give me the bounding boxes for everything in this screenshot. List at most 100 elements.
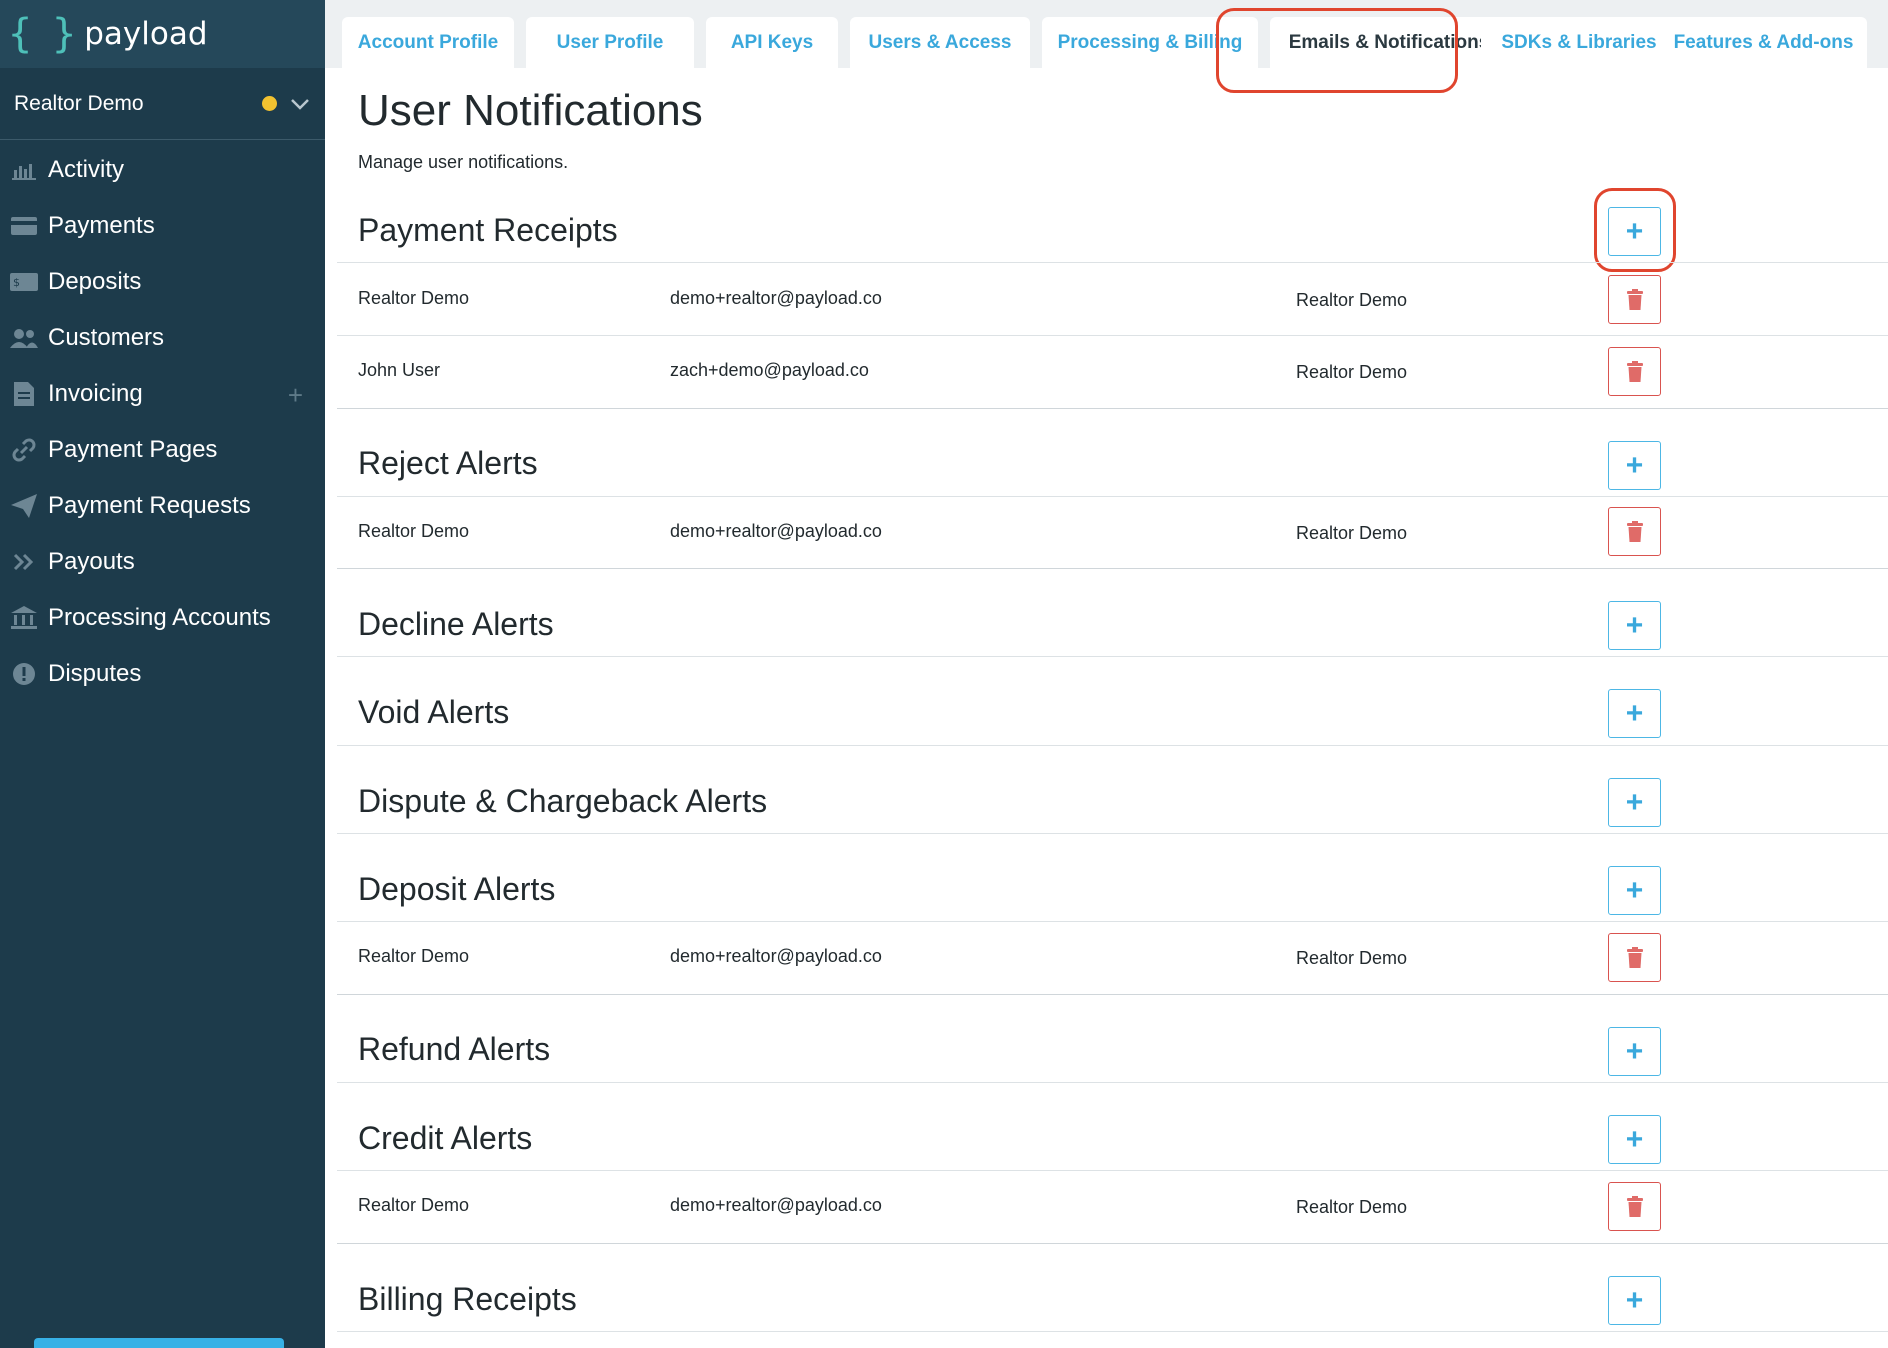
- link-icon: [10, 436, 38, 464]
- sidebar-item-label: Payments: [48, 212, 155, 239]
- add-decline-alerts-button[interactable]: +: [1608, 601, 1661, 650]
- credit-card-icon: [10, 212, 38, 240]
- add-refund-alerts-button[interactable]: +: [1608, 1027, 1661, 1076]
- sidebar-item-label: Invoicing: [48, 380, 143, 407]
- row-account: Realtor Demo: [1296, 1197, 1408, 1217]
- section-title-credit-alerts: Credit Alerts: [358, 1120, 533, 1156]
- trash-icon: [1626, 946, 1643, 968]
- chevron-down-icon[interactable]: [289, 93, 311, 115]
- delete-button[interactable]: [1608, 347, 1661, 396]
- tab-account-profile[interactable]: Account Profile: [342, 17, 514, 68]
- row-account: Realtor Demo: [1296, 362, 1408, 382]
- bar-chart-icon: [10, 156, 38, 184]
- divider: [337, 833, 1888, 834]
- row-email: demo+realtor@payload.co: [670, 288, 882, 308]
- svg-text:$: $: [13, 276, 20, 289]
- add-credit-alerts-button[interactable]: +: [1608, 1115, 1661, 1164]
- sidebar-item-label: Payment Pages: [48, 436, 218, 463]
- row-email: demo+realtor@payload.co: [670, 946, 882, 966]
- add-invoice-icon[interactable]: +: [288, 380, 303, 411]
- section-title-billing-receipts: Billing Receipts: [358, 1281, 577, 1317]
- sidebar-item-payment-requests[interactable]: Payment Requests: [0, 478, 325, 534]
- row-name: Realtor Demo: [358, 1195, 470, 1215]
- sidebar-item-label: Activity: [48, 156, 125, 183]
- section-title-decline-alerts: Decline Alerts: [358, 606, 554, 642]
- tab-processing-billing[interactable]: Processing & Billing: [1042, 17, 1258, 68]
- document-icon: [10, 380, 38, 408]
- alert-circle-icon: [10, 660, 38, 688]
- row-name: Realtor Demo: [358, 946, 470, 966]
- account-switcher[interactable]: Realtor Demo: [0, 68, 325, 140]
- sidebar: { } payload Realtor Demo Activity Paymen…: [0, 0, 325, 1348]
- cash-icon: $: [10, 268, 38, 296]
- row-email: demo+realtor@payload.co: [670, 1195, 882, 1215]
- divider: [337, 1082, 1888, 1083]
- logo-text: payload: [84, 16, 208, 52]
- tab-api-keys[interactable]: API Keys: [706, 17, 838, 68]
- sidebar-bottom-button[interactable]: [34, 1338, 284, 1348]
- logo[interactable]: { } payload: [0, 0, 325, 68]
- sidebar-item-invoicing[interactable]: Invoicing +: [0, 366, 325, 422]
- trash-icon: [1626, 288, 1643, 310]
- tab-features-addons[interactable]: Features & Add-ons: [1660, 17, 1867, 68]
- sidebar-nav: Activity Payments $ Deposits Customers I…: [0, 140, 325, 702]
- sidebar-item-disputes[interactable]: Disputes: [0, 646, 325, 702]
- logo-brace-icon: { }: [8, 11, 76, 57]
- page-title: User Notifications: [358, 86, 703, 135]
- sidebar-item-processing-accounts[interactable]: Processing Accounts: [0, 590, 325, 646]
- section-title-deposit-alerts: Deposit Alerts: [358, 871, 556, 907]
- divider: [337, 745, 1888, 746]
- page-subtitle: Manage user notifications.: [358, 152, 569, 172]
- sidebar-item-customers[interactable]: Customers: [0, 310, 325, 366]
- row-account: Realtor Demo: [1296, 523, 1408, 543]
- paper-plane-icon: [10, 492, 38, 520]
- status-dot-icon: [262, 96, 277, 111]
- delete-button[interactable]: [1608, 507, 1661, 556]
- row-account: Realtor Demo: [1296, 290, 1408, 310]
- divider: [337, 1331, 1888, 1332]
- section-title-refund-alerts: Refund Alerts: [358, 1031, 551, 1067]
- row-account: Realtor Demo: [1296, 948, 1408, 968]
- divider: [337, 1170, 1888, 1171]
- double-chevron-right-icon: [10, 548, 38, 576]
- tab-emails-notifications[interactable]: Emails & Notifications: [1270, 17, 1508, 68]
- trash-icon: [1626, 360, 1643, 382]
- section-title-payment-receipts: Payment Receipts: [358, 212, 618, 248]
- sidebar-item-label: Processing Accounts: [48, 604, 271, 631]
- trash-icon: [1626, 1195, 1643, 1217]
- delete-button[interactable]: [1608, 933, 1661, 982]
- add-billing-receipts-button[interactable]: +: [1608, 1276, 1661, 1325]
- delete-button[interactable]: [1608, 1182, 1661, 1231]
- sidebar-item-label: Payouts: [48, 548, 135, 575]
- add-deposit-alerts-button[interactable]: +: [1608, 866, 1661, 915]
- tab-users-access[interactable]: Users & Access: [850, 17, 1030, 68]
- divider: [337, 921, 1888, 922]
- sidebar-item-payment-pages[interactable]: Payment Pages: [0, 422, 325, 478]
- delete-button[interactable]: [1608, 275, 1661, 324]
- tab-sdks-libraries[interactable]: SDKs & Libraries: [1481, 17, 1677, 68]
- divider: [337, 1243, 1888, 1244]
- divider: [337, 656, 1888, 657]
- divider: [337, 408, 1888, 409]
- bank-icon: [10, 604, 38, 632]
- tab-user-profile[interactable]: User Profile: [526, 17, 694, 68]
- add-void-alerts-button[interactable]: +: [1608, 689, 1661, 738]
- account-name: Realtor Demo: [14, 91, 144, 115]
- add-reject-alerts-button[interactable]: +: [1608, 441, 1661, 490]
- add-payment-receipts-button[interactable]: +: [1608, 207, 1661, 256]
- users-icon: [10, 324, 38, 352]
- sidebar-item-activity[interactable]: Activity: [0, 142, 325, 198]
- divider: [337, 568, 1888, 569]
- row-email: demo+realtor@payload.co: [670, 521, 882, 541]
- section-title-void-alerts: Void Alerts: [358, 694, 510, 730]
- sidebar-item-payments[interactable]: Payments: [0, 198, 325, 254]
- divider: [337, 994, 1888, 995]
- add-dispute-chargeback-alerts-button[interactable]: +: [1608, 778, 1661, 827]
- sidebar-item-label: Deposits: [48, 268, 142, 295]
- sidebar-item-deposits[interactable]: $ Deposits: [0, 254, 325, 310]
- row-name: Realtor Demo: [358, 288, 470, 308]
- sidebar-item-payouts[interactable]: Payouts: [0, 534, 325, 590]
- section-title-reject-alerts: Reject Alerts: [358, 445, 538, 481]
- divider: [337, 335, 1888, 336]
- row-name: John User: [358, 360, 441, 380]
